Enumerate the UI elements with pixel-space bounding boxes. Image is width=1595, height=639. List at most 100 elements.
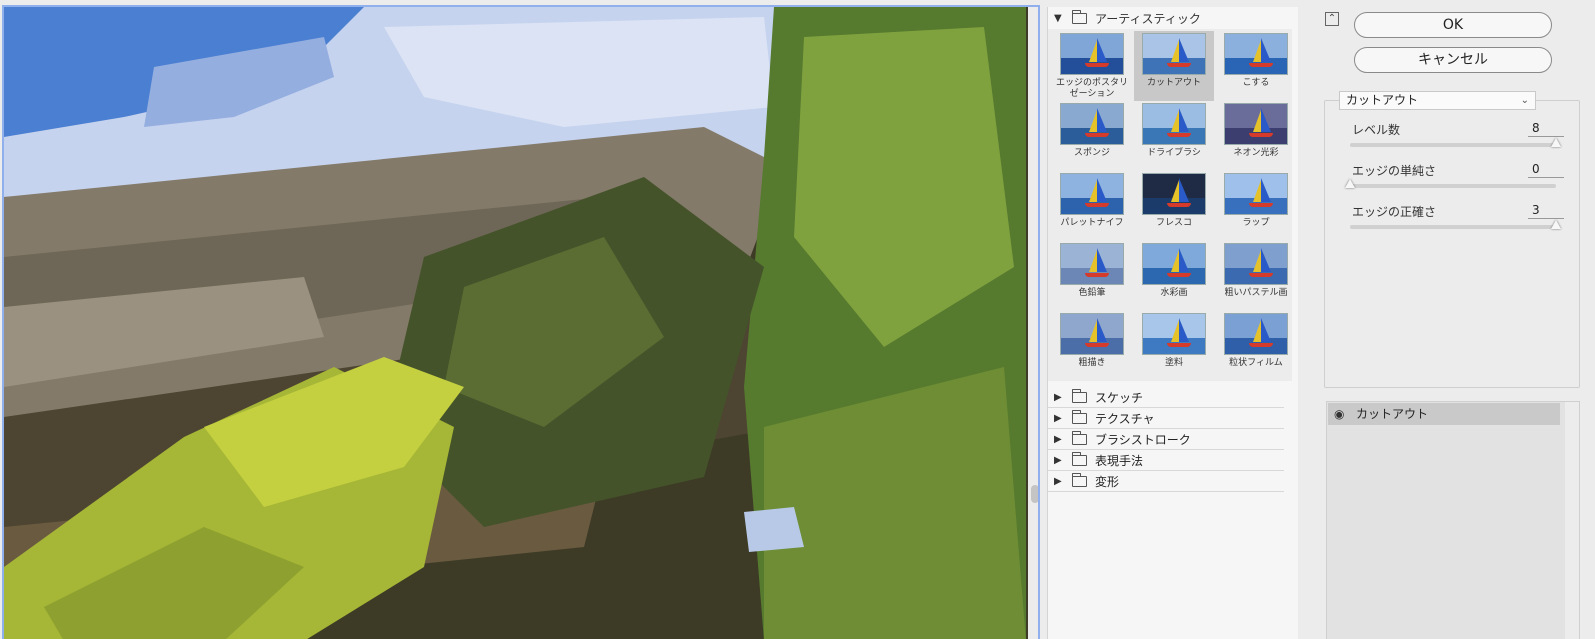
folder-icon [1072,388,1087,403]
ok-button[interactable]: OK [1354,12,1552,38]
category-label: スケッチ [1095,390,1144,405]
parameter-control: エッジの単純さ 0 [1338,162,1564,202]
preview-canvas[interactable] [2,5,1040,639]
filter-thumbnail[interactable]: ラップ [1216,171,1296,241]
filter-preview-image [1142,173,1206,215]
category-label: 変形 [1095,474,1120,489]
category-row[interactable]: ▶ テクスチャ [1048,408,1284,429]
filter-label: 水彩画 [1160,288,1188,298]
filter-label: 色鉛筆 [1078,288,1106,298]
filter-preview-image [1224,173,1288,215]
parameter-control: レベル数 8 [1338,121,1564,161]
effect-layers-panel: ◉ カットアウト [1326,401,1580,639]
parameter-value-input[interactable]: 8 [1528,121,1564,137]
category-artistic[interactable]: ▼ アーティスティック [1048,7,1298,29]
filter-preview-image [1142,313,1206,355]
collapsed-triangle-icon: ▶ [1054,433,1062,445]
filter-thumbnails: エッジのポスタリゼーション カットアウト こするスポンジ ドライブラシ ネオン光彩パレッ… [1048,29,1292,381]
filter-label: こする [1242,78,1270,88]
filter-preview-image [1224,313,1288,355]
filter-label: ネオン光彩 [1233,148,1279,158]
filter-thumbnail[interactable]: こする [1216,31,1296,101]
filter-thumbnail[interactable]: フレスコ [1134,171,1214,241]
category-label: アーティスティック [1095,11,1201,26]
filter-label: カットアウト [1146,78,1201,88]
filter-thumbnail[interactable]: 粗描き [1052,311,1132,381]
filter-preview-image [1060,173,1124,215]
expanded-triangle-icon: ▼ [1054,12,1062,24]
preview-image [4,7,1026,639]
filter-preview-image [1060,103,1124,145]
filter-preview-image [1224,103,1288,145]
filter-select[interactable]: カットアウト ⌄ [1339,91,1536,110]
filter-label: パレットナイフ [1060,218,1124,228]
parameter-slider-track[interactable] [1350,225,1556,229]
filter-preview-image [1224,243,1288,285]
filter-preview-image [1060,33,1124,75]
filter-label: エッジのポスタリゼーション [1055,78,1128,99]
category-row[interactable]: ▶ 変形 [1048,471,1284,492]
filter-thumbnail[interactable]: ネオン光彩 [1216,101,1296,171]
category-label: ブラシストローク [1095,432,1191,447]
eye-icon[interactable]: ◉ [1334,403,1344,425]
filter-preview-image [1142,33,1206,75]
collapsed-triangle-icon: ▶ [1054,391,1062,403]
filter-label: 粗描き [1078,358,1106,368]
filter-thumbnail[interactable]: 粒状フィルム [1216,311,1296,381]
filter-thumbnail[interactable]: 塗料 [1134,311,1214,381]
collapsed-triangle-icon: ▶ [1054,475,1062,487]
category-list: ▶ スケッチ ▶ テクスチャ ▶ ブラシストローク ▶ 表現手法 ▶ 変形 [1048,387,1298,492]
filter-thumbnail[interactable]: スポンジ [1052,101,1132,171]
filter-preview-image [1224,33,1288,75]
preview-scrollbar[interactable] [1028,7,1038,639]
filter-label: 粒状フィルム [1229,358,1283,368]
filter-label: 塗料 [1164,358,1183,368]
folder-icon [1072,451,1087,466]
parameter-slider-track[interactable] [1350,143,1556,147]
filter-label: ラップ [1242,218,1270,228]
chevron-down-icon: ⌄ [1520,95,1529,106]
filter-thumbnail[interactable]: カットアウト [1134,31,1214,101]
parameter-value-input[interactable]: 0 [1528,162,1564,178]
parameter-label: エッジの正確さ [1352,205,1437,219]
effect-layer-name: カットアウト [1356,407,1429,421]
filter-label: フレスコ [1155,218,1192,228]
parameter-slider-track[interactable] [1350,184,1556,188]
layers-scrollbar[interactable] [1565,402,1579,639]
category-row[interactable]: ▶ スケッチ [1048,387,1284,408]
folder-icon [1072,472,1087,487]
folder-icon [1072,430,1087,445]
cancel-button[interactable]: キャンセル [1354,47,1552,73]
category-label: 表現手法 [1095,453,1144,468]
filter-gallery: ▼ アーティスティック エッジのポスタリゼーション カットアウト こするスポンジ ドラ… [1047,7,1298,639]
folder-icon [1072,409,1087,424]
category-row[interactable]: ▶ 表現手法 [1048,450,1284,471]
settings-panel: ⌃ OK キャンセル カットアウト ⌄ レベル数 8 エッジの単純さ 0 エッジの正確さ… [1312,0,1595,639]
slider-thumb-icon[interactable] [1551,138,1561,147]
filter-thumbnail[interactable]: 水彩画 [1134,241,1214,311]
filter-select-value: カットアウト [1346,93,1419,107]
slider-thumb-icon[interactable] [1345,179,1355,188]
filter-thumbnail[interactable]: ドライブラシ [1134,101,1214,171]
filter-preview-image [1142,103,1206,145]
filter-preview-image [1142,243,1206,285]
collapse-up-icon[interactable]: ⌃ [1325,12,1339,26]
filter-thumbnail[interactable]: 粗いパステル画 [1216,241,1296,311]
filter-thumbnail[interactable]: エッジのポスタリゼーション [1052,31,1132,101]
filter-label: ドライブラシ [1147,148,1201,158]
parameter-control: エッジの正確さ 3 [1338,203,1564,243]
effect-layer-row[interactable]: ◉ カットアウト [1328,403,1560,425]
folder-icon [1072,9,1087,24]
category-label: テクスチャ [1095,411,1155,426]
filter-preview-image [1060,243,1124,285]
filter-preview-image [1060,313,1124,355]
parameter-label: レベル数 [1352,123,1401,137]
preview-scroll-thumb[interactable] [1031,485,1038,503]
filter-thumbnail[interactable]: 色鉛筆 [1052,241,1132,311]
collapsed-triangle-icon: ▶ [1054,454,1062,466]
parameter-value-input[interactable]: 3 [1528,203,1564,219]
filter-label: 粗いパステル画 [1224,288,1288,298]
filter-thumbnail[interactable]: パレットナイフ [1052,171,1132,241]
category-row[interactable]: ▶ ブラシストローク [1048,429,1284,450]
slider-thumb-icon[interactable] [1551,220,1561,229]
